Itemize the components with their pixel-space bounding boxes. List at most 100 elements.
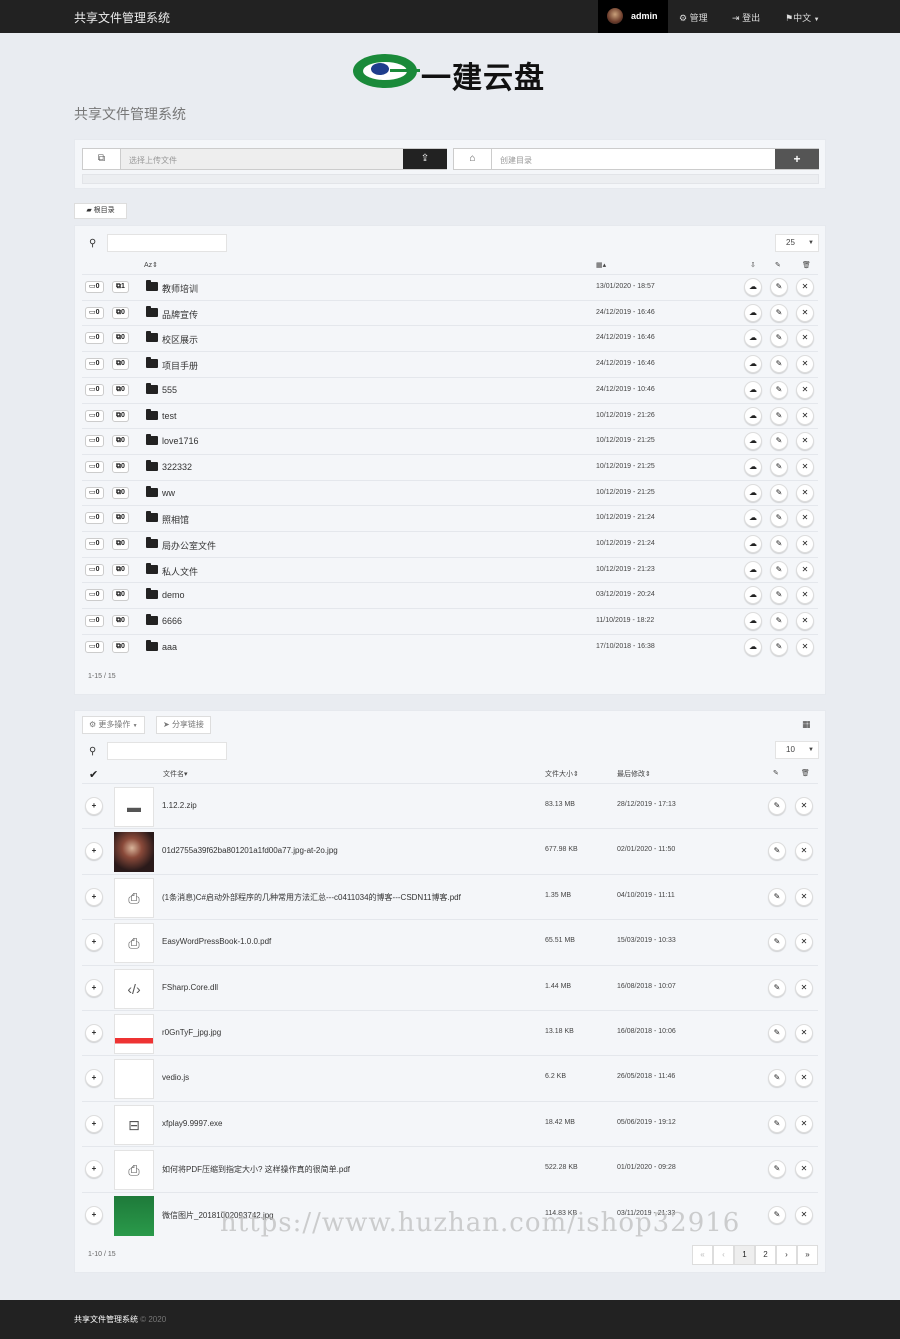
folder-row[interactable]: ▭0 ⧉0 校区展示 24/12/2019 - 16:46 ☁ ✎ ✕	[82, 325, 818, 350]
file-name[interactable]: (1条消息)C#启动外部程序的几种常用方法汇总---c0411034的博客---…	[162, 892, 461, 903]
delete-file-button[interactable]: ✕	[795, 1160, 813, 1179]
pdf-icon[interactable]: ⎙	[114, 923, 154, 964]
folder-row[interactable]: ▭0 ⧉1 教师培训 13/01/2020 - 18:57 ☁ ✎ ✕	[82, 274, 818, 299]
rename-folder-button[interactable]: ✎	[770, 586, 788, 605]
folder-name[interactable]: 品牌宣传	[162, 308, 198, 321]
rename-folder-button[interactable]: ✎	[770, 483, 788, 502]
delete-file-button[interactable]: ✕	[795, 797, 813, 815]
rename-file-button[interactable]: ✎	[768, 933, 786, 952]
download-folder-button[interactable]: ☁	[744, 509, 762, 528]
folder-name[interactable]: 教师培训	[162, 282, 198, 295]
file-page-size-select[interactable]: 10 ▼	[775, 741, 819, 759]
select-file-button[interactable]: +	[85, 887, 103, 906]
select-file-button[interactable]: +	[85, 797, 103, 815]
delete-file-button[interactable]: ✕	[795, 1024, 813, 1042]
next-page-button[interactable]: ›	[776, 1245, 797, 1265]
file-name[interactable]: EasyWordPressBook-1.0.0.pdf	[162, 937, 271, 946]
image-thumbnail[interactable]	[114, 1195, 154, 1236]
nav-brand[interactable]: 共享文件管理系统	[74, 9, 170, 26]
rename-file-button[interactable]: ✎	[768, 978, 786, 997]
rename-file-button[interactable]: ✎	[768, 1069, 786, 1088]
folder-name[interactable]: 校区展示	[162, 333, 198, 346]
folder-row[interactable]: ▭0 ⧉0 demo 03/12/2019 - 20:24 ☁ ✎ ✕	[82, 582, 818, 607]
select-file-button[interactable]: +	[85, 1024, 103, 1042]
file-row[interactable]: + r0GnTyF_jpg.jpg 13.18 KB 16/08/2018 - 10:…	[82, 1010, 818, 1055]
download-folder-button[interactable]: ☁	[744, 406, 762, 425]
select-file-button[interactable]: +	[85, 1069, 103, 1088]
folder-row[interactable]: ▭0 ⧉0 项目手册 24/12/2019 - 16:46 ☁ ✎ ✕	[82, 351, 818, 376]
rename-folder-button[interactable]: ✎	[770, 432, 788, 451]
select-file-button[interactable]: +	[85, 1114, 103, 1133]
rename-folder-button[interactable]: ✎	[770, 560, 788, 579]
rename-folder-button[interactable]: ✎	[770, 329, 788, 348]
root-directory-button[interactable]: ▰ 根目录	[74, 203, 127, 219]
file-search-input[interactable]	[107, 742, 227, 760]
download-folder-button[interactable]: ☁	[744, 535, 762, 553]
download-folder-button[interactable]: ☁	[744, 432, 762, 451]
delete-folder-button[interactable]: ✕	[796, 560, 814, 579]
folder-name[interactable]: 322332	[162, 462, 192, 472]
select-file-button[interactable]: +	[85, 842, 103, 861]
rename-folder-button[interactable]: ✎	[770, 457, 788, 476]
folder-name[interactable]: aaa	[162, 642, 177, 652]
code-file-icon[interactable]: ‹/›	[114, 968, 154, 1009]
rename-folder-button[interactable]: ✎	[770, 406, 788, 425]
delete-file-button[interactable]: ✕	[795, 842, 813, 861]
folder-row[interactable]: ▭0 ⧉0 aaa 17/10/2018 - 16:38 ☁ ✎ ✕	[82, 633, 818, 659]
file-row[interactable]: + ⎙ (1条消息)C#启动外部程序的几种常用方法汇总---c0411034的博客-…	[82, 873, 818, 919]
download-folder-button[interactable]: ☁	[744, 380, 762, 399]
last-page-button[interactable]: »	[797, 1245, 818, 1265]
grid-view-icon[interactable]: ▦	[802, 719, 811, 730]
rename-file-button[interactable]: ✎	[768, 797, 786, 815]
sort-date-header[interactable]: ▦▴	[596, 261, 606, 269]
screenshot-thumbnail[interactable]	[114, 1014, 154, 1054]
delete-file-button[interactable]: ✕	[795, 933, 813, 952]
folder-name[interactable]: love1716	[162, 436, 199, 446]
delete-folder-button[interactable]: ✕	[796, 586, 814, 605]
folder-row[interactable]: ▭0 ⧉0 555 24/12/2019 - 10:46 ☁ ✎ ✕	[82, 376, 818, 402]
delete-folder-button[interactable]: ✕	[796, 278, 814, 296]
sort-filename-header[interactable]: 文件名▾	[163, 769, 188, 779]
rename-folder-button[interactable]: ✎	[770, 535, 788, 553]
folder-row[interactable]: ▭0 ⧉0 照相馆 10/12/2019 - 21:24 ☁ ✎ ✕	[82, 505, 818, 530]
download-folder-button[interactable]: ☁	[744, 355, 762, 374]
folder-name[interactable]: ww	[162, 488, 175, 498]
folder-row[interactable]: ▭0 ⧉0 322332 10/12/2019 - 21:25 ☁ ✎ ✕	[82, 453, 818, 479]
folder-name[interactable]: test	[162, 411, 177, 421]
delete-folder-button[interactable]: ✕	[796, 612, 814, 631]
rename-file-button[interactable]: ✎	[768, 842, 786, 861]
sort-name-header[interactable]: Az⇕	[144, 261, 158, 269]
file-row[interactable]: + ⎙ 如何将PDF压缩到指定大小? 这样操作真的很简单.pdf 522.28 KB 0…	[82, 1146, 818, 1191]
file-row[interactable]: + ⎙ EasyWordPressBook-1.0.0.pdf 65.51 MB 15/…	[82, 919, 818, 964]
delete-file-button[interactable]: ✕	[795, 1114, 813, 1133]
folder-row[interactable]: ▭0 ⧉0 私人文件 10/12/2019 - 21:23 ☁ ✎ ✕	[82, 556, 818, 582]
folder-row[interactable]: ▭0 ⧉0 test 10/12/2019 - 21:26 ☁ ✎ ✕	[82, 402, 818, 428]
folder-name[interactable]: 项目手册	[162, 359, 198, 372]
prev-page-button[interactable]: ‹	[713, 1245, 734, 1265]
delete-folder-button[interactable]: ✕	[796, 637, 814, 656]
photo-thumbnail[interactable]	[114, 832, 154, 873]
user-menu[interactable]: admin	[598, 0, 668, 33]
rename-folder-button[interactable]: ✎	[770, 612, 788, 631]
file-row[interactable]: + ▬ 1.12.2.zip 83.13 MB 28/12/2019 - 17:13 ✎ ✕	[82, 783, 818, 828]
file-name[interactable]: r0GnTyF_jpg.jpg	[162, 1028, 221, 1037]
file-name[interactable]: xfplay9.9997.exe	[162, 1119, 223, 1128]
delete-folder-button[interactable]: ✕	[796, 483, 814, 502]
folder-search-input[interactable]	[107, 234, 227, 252]
rename-folder-button[interactable]: ✎	[770, 355, 788, 374]
folder-name[interactable]: 6666	[162, 616, 182, 626]
folder-name[interactable]: 555	[162, 385, 177, 395]
mkdir-field[interactable]: ⌂ 创建目录 +	[453, 148, 819, 170]
file-row[interactable]: +01d2755a39f62ba801201a1fd00a77.jpg-at-2…	[82, 828, 818, 873]
rename-folder-button[interactable]: ✎	[770, 637, 788, 656]
file-name[interactable]: FSharp.Core.dll	[162, 983, 218, 992]
download-folder-button[interactable]: ☁	[744, 612, 762, 631]
delete-folder-button[interactable]: ✕	[796, 432, 814, 451]
rename-file-button[interactable]: ✎	[768, 1024, 786, 1042]
rename-folder-button[interactable]: ✎	[770, 278, 788, 296]
download-folder-button[interactable]: ☁	[744, 303, 762, 322]
share-link-button[interactable]: ➤ 分享链接	[156, 716, 211, 734]
delete-folder-button[interactable]: ✕	[796, 355, 814, 374]
select-all-check-icon[interactable]: ✔	[89, 768, 98, 781]
rename-folder-button[interactable]: ✎	[770, 380, 788, 399]
